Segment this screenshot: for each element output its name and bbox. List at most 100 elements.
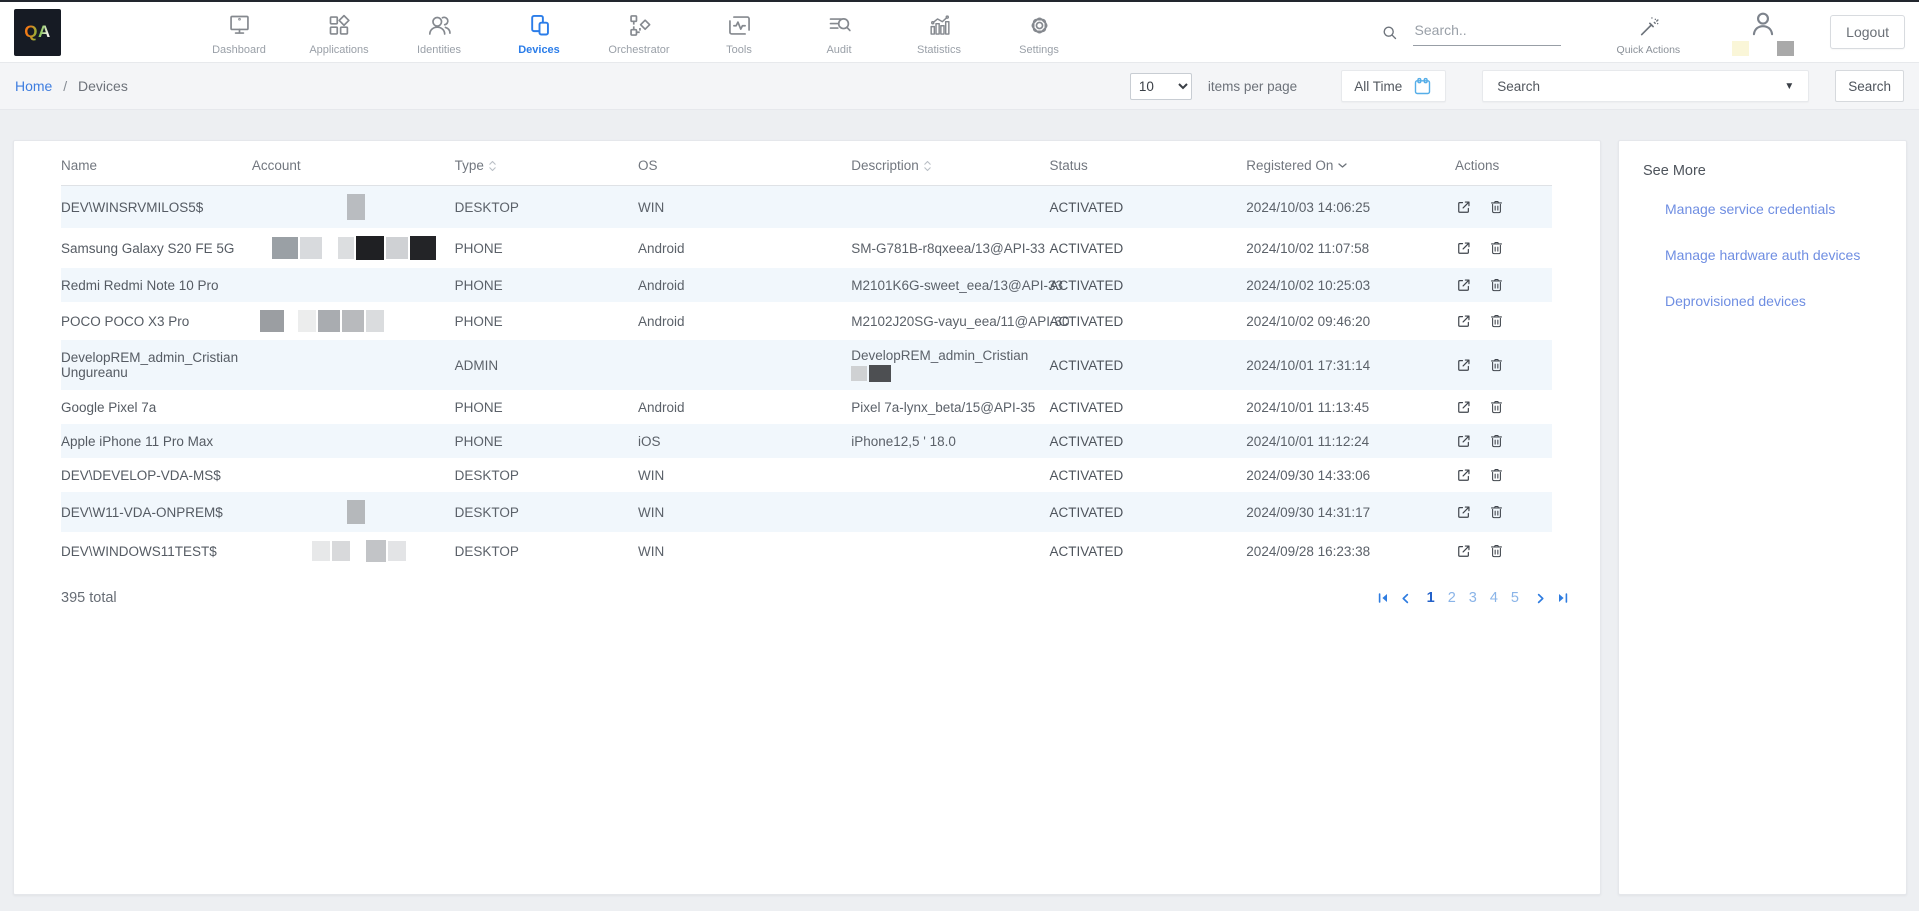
- table-row[interactable]: DEV\W11-VDA-ONPREM$ DESKTOP WIN ACTIVATE…: [61, 492, 1552, 532]
- quick-actions-button[interactable]: Quick Actions: [1617, 9, 1681, 56]
- time-filter-button[interactable]: All Time: [1341, 70, 1446, 102]
- device-type: DESKTOP: [455, 492, 638, 532]
- pagination-page-3[interactable]: 3: [1469, 590, 1477, 606]
- logout-button[interactable]: Logout: [1830, 15, 1905, 49]
- device-type: PHONE: [455, 302, 638, 340]
- header-right: Quick Actions Logout: [1380, 8, 1905, 56]
- pagination-last-button[interactable]: [1556, 591, 1570, 605]
- open-device-button[interactable]: [1455, 276, 1473, 294]
- device-actions: [1455, 186, 1552, 229]
- delete-device-button[interactable]: [1488, 198, 1505, 216]
- main-nav: Dashboard Applications Identities Device…: [189, 8, 1089, 56]
- nav-item-dashboard[interactable]: Dashboard: [189, 8, 289, 56]
- device-actions: [1455, 268, 1552, 302]
- calendar-icon: [1412, 76, 1433, 97]
- devices-table: Name Account Type OS Description Status …: [61, 141, 1552, 570]
- see-more-panel: See More Manage service credentials Mana…: [1618, 140, 1907, 895]
- open-device-button[interactable]: [1455, 542, 1473, 560]
- column-header-description[interactable]: Description: [851, 141, 1049, 186]
- device-account: [252, 186, 455, 229]
- column-header-type[interactable]: Type: [455, 141, 638, 186]
- link-manage-service-credentials[interactable]: Manage service credentials: [1665, 201, 1882, 217]
- device-account: [252, 390, 455, 424]
- table-row[interactable]: DevelopREM_admin_Cristian Ungureanu ADMI…: [61, 340, 1552, 390]
- pagination-next-button[interactable]: [1534, 592, 1547, 605]
- pagination-page-5[interactable]: 5: [1511, 590, 1519, 606]
- table-row[interactable]: Redmi Redmi Note 10 Pro PHONE Android M2…: [61, 268, 1552, 302]
- column-header-name: Name: [61, 141, 252, 186]
- delete-device-button[interactable]: [1488, 398, 1505, 416]
- table-row[interactable]: Google Pixel 7a PHONE Android Pixel 7a-l…: [61, 390, 1552, 424]
- table-row[interactable]: Samsung Galaxy S20 FE 5G PHONE Android S…: [61, 228, 1552, 268]
- nav-item-audit[interactable]: Audit: [789, 8, 889, 56]
- devices-panel: Name Account Type OS Description Status …: [13, 140, 1601, 895]
- table-row[interactable]: DEV\DEVELOP-VDA-MS$ DESKTOP WIN ACTIVATE…: [61, 458, 1552, 492]
- delete-device-button[interactable]: [1488, 466, 1505, 484]
- device-os: [638, 340, 851, 390]
- applications-icon: [326, 12, 353, 39]
- device-status: ACTIVATED: [1050, 268, 1247, 302]
- delete-device-button[interactable]: [1488, 542, 1505, 560]
- global-search-input[interactable]: [1413, 18, 1561, 46]
- search-field-dropdown[interactable]: Search ▼: [1482, 70, 1809, 102]
- app-logo[interactable]: QA: [14, 9, 61, 56]
- breadcrumb-home-link[interactable]: Home: [15, 78, 52, 94]
- device-status: ACTIVATED: [1050, 302, 1247, 340]
- nav-item-statistics[interactable]: Statistics: [889, 8, 989, 56]
- nav-item-applications[interactable]: Applications: [289, 8, 389, 56]
- pagination-first-button[interactable]: [1376, 591, 1390, 605]
- device-os: Android: [638, 228, 851, 268]
- open-device-button[interactable]: [1455, 239, 1473, 257]
- delete-device-button[interactable]: [1488, 503, 1505, 521]
- column-header-actions: Actions: [1455, 141, 1552, 186]
- top-navigation-bar: QA Dashboard Applications Identities Dev…: [0, 0, 1919, 63]
- delete-device-button[interactable]: [1488, 239, 1505, 257]
- open-device-button[interactable]: [1455, 466, 1473, 484]
- link-manage-hardware-auth-devices[interactable]: Manage hardware auth devices: [1665, 247, 1882, 263]
- device-actions: [1455, 228, 1552, 268]
- open-device-button[interactable]: [1455, 503, 1473, 521]
- delete-device-button[interactable]: [1488, 276, 1505, 294]
- nav-item-orchestrator[interactable]: Orchestrator: [589, 8, 689, 56]
- open-device-button[interactable]: [1455, 312, 1473, 330]
- pagination-page-1[interactable]: 1: [1427, 590, 1435, 606]
- device-account: [252, 532, 455, 570]
- sub-bar: Home / Devices 10 items per page All Tim…: [0, 63, 1919, 110]
- table-row[interactable]: DEV\WINDOWS11TEST$ DESKTOP WIN ACTIVATED…: [61, 532, 1552, 570]
- device-os: Android: [638, 268, 851, 302]
- device-type: PHONE: [455, 228, 638, 268]
- delete-device-button[interactable]: [1488, 356, 1505, 374]
- device-actions: [1455, 390, 1552, 424]
- device-account: [252, 458, 455, 492]
- delete-device-button[interactable]: [1488, 312, 1505, 330]
- table-row[interactable]: POCO POCO X3 Pro PHONE Android M2102J20S…: [61, 302, 1552, 340]
- nav-item-settings[interactable]: Settings: [989, 8, 1089, 56]
- pagination-prev-button[interactable]: [1399, 592, 1412, 605]
- device-os: WIN: [638, 532, 851, 570]
- device-description: SM-G781B-r8qxeea/13@API-33: [851, 228, 1049, 268]
- open-device-button[interactable]: [1455, 398, 1473, 416]
- search-button[interactable]: Search: [1835, 70, 1904, 102]
- nav-item-identities[interactable]: Identities: [389, 8, 489, 56]
- device-name: DEV\WINSRVMILOS5$: [61, 186, 252, 229]
- pagination-page-4[interactable]: 4: [1490, 590, 1498, 606]
- table-row[interactable]: Apple iPhone 11 Pro Max PHONE iOS iPhone…: [61, 424, 1552, 458]
- nav-item-tools[interactable]: Tools: [689, 8, 789, 56]
- user-menu[interactable]: [1732, 8, 1794, 56]
- table-row[interactable]: DEV\WINSRVMILOS5$ DESKTOP WIN ACTIVATED …: [61, 186, 1552, 229]
- open-device-button[interactable]: [1455, 356, 1473, 374]
- pagination-page-2[interactable]: 2: [1448, 590, 1456, 606]
- open-device-button[interactable]: [1455, 198, 1473, 216]
- total-count-label: 395 total: [61, 590, 117, 606]
- device-name: DEV\WINDOWS11TEST$: [61, 532, 252, 570]
- device-description: M2102J20SG-vayu_eea/11@API-30: [851, 302, 1049, 340]
- column-header-registered-on[interactable]: Registered On: [1246, 141, 1455, 186]
- page-size-select[interactable]: 10: [1130, 73, 1192, 100]
- device-description: iPhone12,5 ' 18.0: [851, 424, 1049, 458]
- open-device-button[interactable]: [1455, 432, 1473, 450]
- nav-item-devices[interactable]: Devices: [489, 8, 589, 56]
- device-name: DevelopREM_admin_Cristian Ungureanu: [61, 340, 252, 390]
- device-registered-on: 2024/09/28 16:23:38: [1246, 532, 1455, 570]
- link-deprovisioned-devices[interactable]: Deprovisioned devices: [1665, 293, 1882, 309]
- delete-device-button[interactable]: [1488, 432, 1505, 450]
